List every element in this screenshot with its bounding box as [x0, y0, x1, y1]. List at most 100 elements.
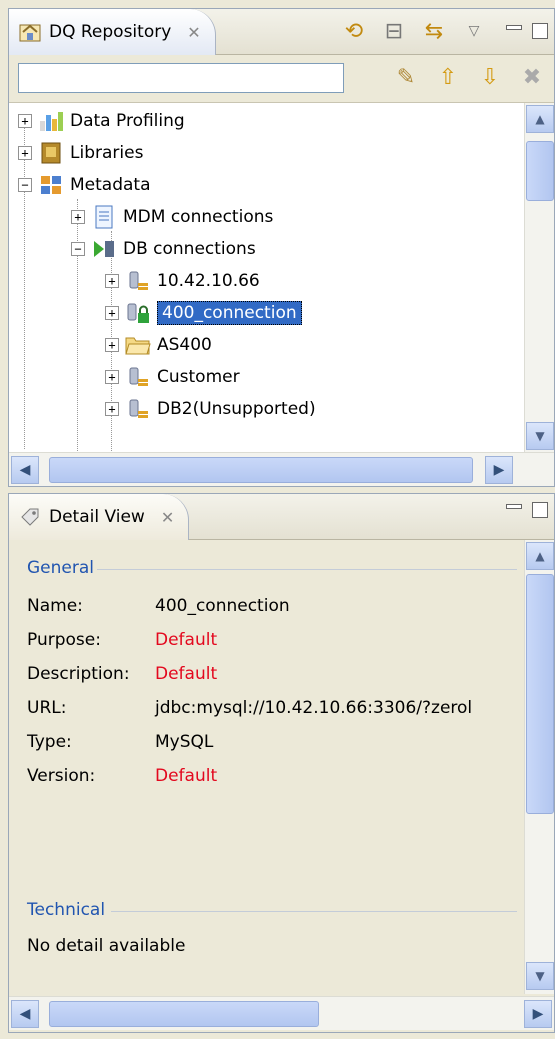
- tree-node-connection[interactable]: + Customer: [105, 361, 240, 393]
- expand-icon[interactable]: +: [18, 114, 32, 128]
- expand-icon[interactable]: +: [105, 274, 119, 288]
- field-label: URL:: [27, 698, 67, 718]
- collapse-icon[interactable]: −: [71, 242, 85, 256]
- plug-icon: [125, 268, 151, 294]
- delete-icon[interactable]: ✖: [518, 63, 546, 91]
- tree-label: 10.42.10.66: [157, 271, 260, 291]
- collapse-all-icon[interactable]: ⊟: [380, 17, 408, 45]
- detail-view-toolbar: [500, 502, 548, 518]
- detail-body: General Name: 400_connection Purpose: De…: [9, 540, 524, 994]
- section-technical-title: Technical: [27, 900, 106, 920]
- field-value: Default: [155, 766, 218, 786]
- field-label: Description:: [27, 664, 130, 684]
- view-menu-chevron-down-icon[interactable]: ▽: [460, 17, 488, 45]
- field-version-row: Version: Default: [27, 766, 217, 786]
- field-url-row: URL: jdbc:mysql://10.42.10.66:3306/?zero…: [27, 698, 472, 718]
- field-name-row: Name: 400_connection: [27, 596, 290, 616]
- plug-icon: [125, 364, 151, 390]
- link-with-editor-icon[interactable]: ⇆: [420, 17, 448, 45]
- scroll-thumb[interactable]: [526, 574, 554, 814]
- expand-icon[interactable]: +: [105, 338, 119, 352]
- tree-label: Customer: [157, 367, 240, 387]
- tree-node-metadata[interactable]: − Metadata: [18, 169, 151, 201]
- minimize-icon[interactable]: [506, 25, 522, 30]
- filter-input[interactable]: [18, 63, 344, 93]
- close-icon[interactable]: ✕: [187, 23, 200, 42]
- tab-detail-view[interactable]: Detail View ✕: [9, 494, 190, 540]
- expand-icon[interactable]: +: [18, 146, 32, 160]
- scroll-left-icon[interactable]: ◀: [11, 455, 39, 484]
- plug-icon: [125, 396, 151, 422]
- close-icon[interactable]: ✕: [161, 508, 174, 527]
- scroll-down-icon[interactable]: ▼: [526, 962, 554, 990]
- field-label: Type:: [27, 732, 72, 752]
- field-value: Default: [155, 630, 218, 650]
- tab-title: Detail View: [49, 507, 145, 527]
- move-up-icon[interactable]: ⇧: [434, 63, 462, 91]
- scroll-thumb[interactable]: [49, 1000, 319, 1027]
- tree-vertical-scrollbar[interactable]: ▲ ▼: [524, 103, 554, 454]
- folder-icon: [125, 332, 151, 358]
- scroll-down-icon[interactable]: ▼: [526, 422, 554, 450]
- tree-node-connection[interactable]: + AS400: [105, 329, 212, 361]
- scroll-thumb[interactable]: [526, 141, 554, 201]
- collapse-icon[interactable]: −: [18, 178, 32, 192]
- tree-label: DB2(Unsupported): [157, 399, 316, 419]
- scroll-thumb[interactable]: [49, 456, 473, 483]
- tree-node-connection-selected[interactable]: + 400_connection: [105, 297, 302, 329]
- detail-horizontal-scrollbar[interactable]: ◀ ▶: [9, 996, 554, 1030]
- scroll-right-icon[interactable]: ▶: [485, 455, 513, 484]
- repository-icon: [19, 21, 41, 43]
- maximize-icon[interactable]: [532, 502, 548, 518]
- field-label: Purpose:: [27, 630, 101, 650]
- scroll-up-icon[interactable]: ▲: [526, 105, 554, 133]
- libraries-icon: [38, 140, 64, 166]
- tree-node-mdm-connections[interactable]: + MDM connections: [71, 201, 273, 233]
- technical-detail-text: No detail available: [27, 936, 185, 956]
- scroll-up-icon[interactable]: ▲: [526, 542, 554, 570]
- tab-title: DQ Repository: [49, 22, 172, 42]
- scroll-right-icon[interactable]: ▶: [524, 999, 552, 1028]
- refresh-icon[interactable]: ⟲: [340, 17, 368, 45]
- maximize-icon[interactable]: [532, 23, 548, 39]
- detail-tabbar: Detail View ✕: [9, 494, 554, 540]
- tree-node-connection[interactable]: + DB2(Unsupported): [105, 393, 316, 425]
- db-connections-icon: [91, 236, 117, 262]
- filter-row: ✎ ⇧ ⇩ ✖: [9, 55, 554, 103]
- field-value: 400_connection: [155, 596, 290, 616]
- tree-label: MDM connections: [123, 207, 274, 227]
- minimize-icon[interactable]: [506, 504, 522, 509]
- repository-tree: + Data Profiling + Libraries − Metadata …: [9, 103, 524, 454]
- tab-dq-repository[interactable]: DQ Repository ✕: [9, 9, 216, 55]
- field-value: Default: [155, 664, 218, 684]
- tree-label: Data Profiling: [70, 111, 185, 131]
- section-general-title: General: [27, 558, 94, 578]
- tag-icon: [19, 506, 41, 528]
- scroll-left-icon[interactable]: ◀: [11, 999, 39, 1028]
- expand-icon[interactable]: +: [71, 210, 85, 224]
- tree-horizontal-scrollbar[interactable]: ◀ ▶: [9, 452, 554, 486]
- dq-repository-panel: DQ Repository ✕ ⟲ ⊟ ⇆ ▽ ✎ ⇧ ⇩ ✖ + Data P…: [8, 8, 555, 487]
- repository-tabbar: DQ Repository ✕ ⟲ ⊟ ⇆ ▽: [9, 9, 554, 55]
- expand-icon[interactable]: +: [105, 402, 119, 416]
- locked-connection-icon: [125, 300, 151, 326]
- detail-vertical-scrollbar[interactable]: ▲ ▼: [524, 540, 554, 994]
- tree-label: 400_connection: [157, 301, 302, 325]
- field-value: MySQL: [155, 732, 214, 752]
- tree-node-connection[interactable]: + 10.42.10.66: [105, 265, 260, 297]
- pin-icon[interactable]: ✎: [392, 63, 420, 91]
- tree-label: AS400: [157, 335, 212, 355]
- tree-node-data-profiling[interactable]: + Data Profiling: [18, 105, 185, 137]
- expand-icon[interactable]: +: [105, 370, 119, 384]
- field-purpose-row: Purpose: Default: [27, 630, 217, 650]
- tree-label: Libraries: [70, 143, 144, 163]
- field-description-row: Description: Default: [27, 664, 217, 684]
- move-down-icon[interactable]: ⇩: [476, 63, 504, 91]
- tree-node-libraries[interactable]: + Libraries: [18, 137, 143, 169]
- filter-toolbar: ✎ ⇧ ⇩ ✖: [392, 63, 546, 91]
- field-value: jdbc:mysql://10.42.10.66:3306/?zerol: [155, 698, 473, 718]
- metadata-icon: [38, 172, 64, 198]
- tree-node-db-connections[interactable]: − DB connections: [71, 233, 256, 265]
- expand-icon[interactable]: +: [105, 306, 119, 320]
- view-toolbar: ⟲ ⊟ ⇆ ▽: [340, 17, 548, 45]
